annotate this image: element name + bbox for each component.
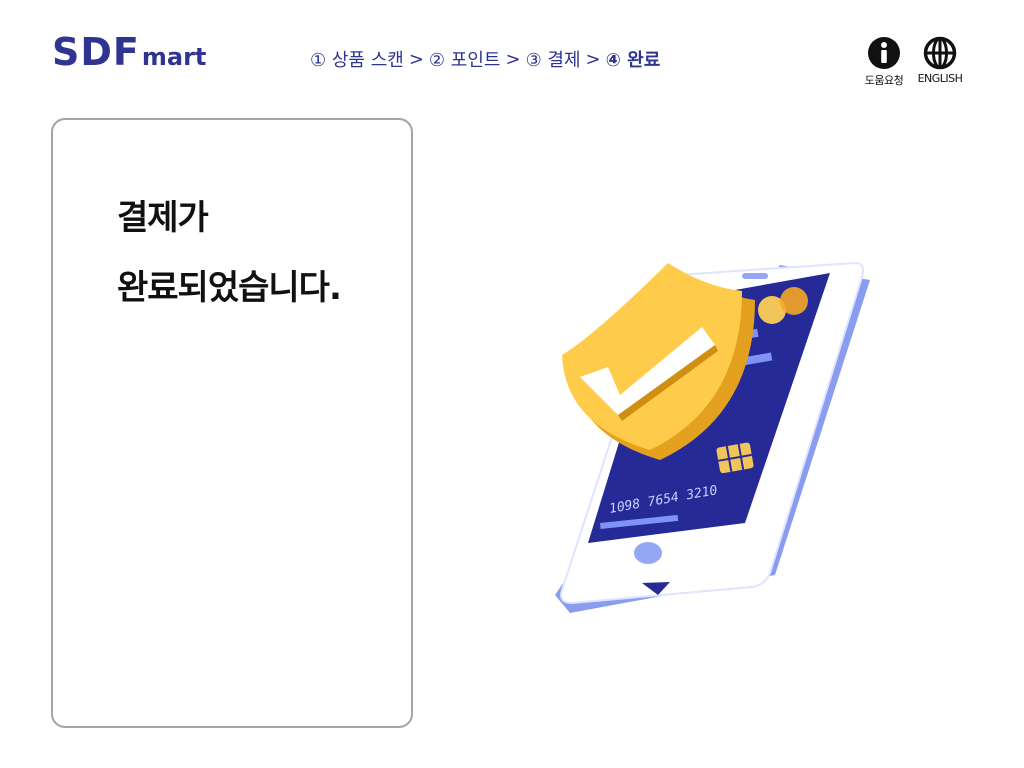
completion-message-line2: 완료되었습니다. [117,268,342,308]
help-request-button[interactable]: 도움요청 [858,36,910,88]
completion-message-line1: 결제가 [117,198,209,238]
step-separator-icon: > [408,48,424,70]
message-panel: 결제가 완료되었습니다. [51,118,413,728]
progress-steps: ① 상품 스캔 > ② 포인트 > ③ 결제 > ④ 완료 [310,46,660,72]
globe-icon [923,36,957,70]
phone-earpiece [742,273,768,279]
step-payment: ③ 결제 [525,50,581,71]
step-points: ② 포인트 [428,50,501,71]
help-request-label: 도움요청 [864,74,904,87]
step-scan: ① 상품 스캔 [310,50,404,71]
logo-sub-text: mart [141,43,207,71]
payment-complete-screen: SDFmart ① 상품 스캔 > ② 포인트 > ③ 결제 > ④ 완료 도움… [0,0,1024,768]
payment-secure-illustration: 1098 7654 3210 [555,261,870,613]
info-icon [868,37,900,69]
english-button[interactable]: ENGLISH [914,36,966,88]
step-separator-icon: > [585,48,601,70]
phone-home-button [634,542,662,564]
card-logo-circle-right [780,287,808,315]
logo-main-text: SDF [52,30,140,74]
sdfmart-logo: SDFmart [52,30,206,74]
step-complete: ④ 완료 [605,50,661,71]
english-label: ENGLISH [917,72,963,85]
step-separator-icon: > [505,48,521,70]
